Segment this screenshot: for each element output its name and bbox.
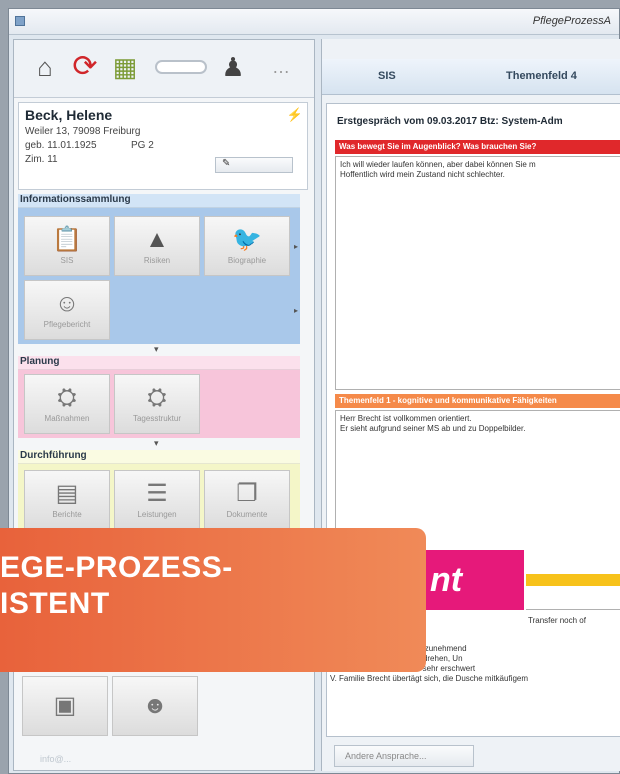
app-icon[interactable]: [15, 16, 25, 26]
pin-icon[interactable]: ⚡: [287, 107, 303, 123]
folder-icon: ▤: [55, 479, 79, 507]
bottom-button[interactable]: Andere Ansprache...: [334, 745, 474, 767]
people-icon: ☻: [142, 692, 168, 719]
patient-birth-row: geb. 11.01.1925 PG 2: [25, 140, 301, 151]
main-toolbar: ⌂ ⟳ ▦ ♟ …: [14, 40, 314, 98]
promo-banner: EGE-PROZESS- ISTENT: [0, 528, 426, 672]
list-icon: ☰: [146, 479, 168, 507]
tile-pflegebericht[interactable]: ☺ Pflegebericht: [24, 280, 110, 340]
tile-dokumente[interactable]: ❐ Dokumente: [204, 470, 290, 530]
tab-themenfeld-4[interactable]: Themenfeld 4: [506, 70, 577, 82]
conversation-header: Erstgespräch vom 09.03.2017 Btz: System-…: [337, 116, 563, 127]
arrow-down-icon: ▾: [154, 344, 159, 354]
banner-line-1: EGE-PROZESS-: [0, 551, 233, 584]
tile-biographie[interactable]: 🐦 Biographie: [204, 216, 290, 276]
banner-line-2: ISTENT: [0, 587, 110, 620]
tile-massnahmen[interactable]: ⛭ Maßnahmen: [24, 374, 110, 434]
patient-edit-button[interactable]: ✎: [215, 157, 293, 173]
documents-icon: ❐: [236, 479, 258, 507]
patient-dob: geb. 11.01.1925: [25, 140, 97, 151]
folder-icon: ▣: [53, 692, 77, 719]
section-planung-title: Planung: [18, 356, 300, 370]
pink-badge: nt: [422, 548, 526, 612]
section-info: Informationssammlung 📋 SIS ▲ Risiken 🐦 B…: [18, 194, 300, 344]
section-durchfuehrung: Durchführung ▤ Berichte ☰ Leistungen ❐ D…: [18, 450, 300, 540]
arrow-right-icon: ▸: [294, 306, 299, 315]
patient-name: Beck, Helene: [25, 107, 113, 123]
more-icon[interactable]: …: [262, 48, 300, 86]
section-durchfuehrung-title: Durchführung: [18, 450, 300, 464]
basket-icon: ⛭: [57, 383, 77, 411]
section-planung: Planung ⛭ Maßnahmen ⛭ Tagesstruktur: [18, 356, 300, 438]
tile-lower-1[interactable]: ▣: [22, 676, 108, 736]
tile-risiken[interactable]: ▲ Risiken: [114, 216, 200, 276]
patient-pg: PG 2: [131, 140, 154, 151]
answer-textbox[interactable]: Ich will wieder laufen können, aber dabe…: [335, 156, 620, 390]
arrow-down-icon: ▾: [154, 438, 159, 448]
arrow-right-icon: ▸: [294, 242, 299, 251]
cycle-icon[interactable]: ⟳: [66, 48, 104, 86]
question-bar: Was bewegt Sie im Augenblick? Was brauch…: [335, 140, 620, 154]
tile-tagesstruktur[interactable]: ⛭ Tagesstruktur: [114, 374, 200, 434]
tile-lower-2[interactable]: ☻: [112, 676, 198, 736]
transfer-text: Transfer noch of: [528, 616, 586, 625]
section-info-title: Informationssammlung: [18, 194, 300, 208]
bird-icon: 🐦: [232, 225, 262, 253]
patient-card[interactable]: Beck, Helene Weiler 13, 79098 Freiburg g…: [18, 102, 308, 190]
clipboard-icon: 📋: [52, 225, 82, 253]
yellow-strip: [526, 574, 620, 586]
title-bar: PflegeProzessA: [9, 9, 619, 35]
tile-leistungen[interactable]: ☰ Leistungen: [114, 470, 200, 530]
patient-address: Weiler 13, 79098 Freiburg: [25, 126, 141, 137]
tab-sis[interactable]: SIS: [378, 70, 396, 82]
tile-sis[interactable]: 📋 SIS: [24, 216, 110, 276]
person-icon: ☺: [54, 289, 80, 317]
stamp-icon[interactable]: ♟: [214, 48, 252, 86]
tab-bar: SIS Themenfeld 4: [322, 59, 620, 95]
tile-berichte[interactable]: ▤ Berichte: [24, 470, 110, 530]
warning-icon: ▲: [145, 225, 169, 253]
window-title: PflegeProzessA: [532, 15, 611, 27]
calendar-icon[interactable]: ▦: [106, 48, 144, 86]
themenfeld-bar: Themenfeld 1 - kognitive und kommunikati…: [335, 394, 620, 408]
house-icon[interactable]: ⌂: [26, 48, 64, 86]
toggle-icon[interactable]: [152, 48, 210, 86]
footer-link[interactable]: info@...: [40, 754, 71, 764]
basket-icon: ⛭: [147, 383, 167, 411]
